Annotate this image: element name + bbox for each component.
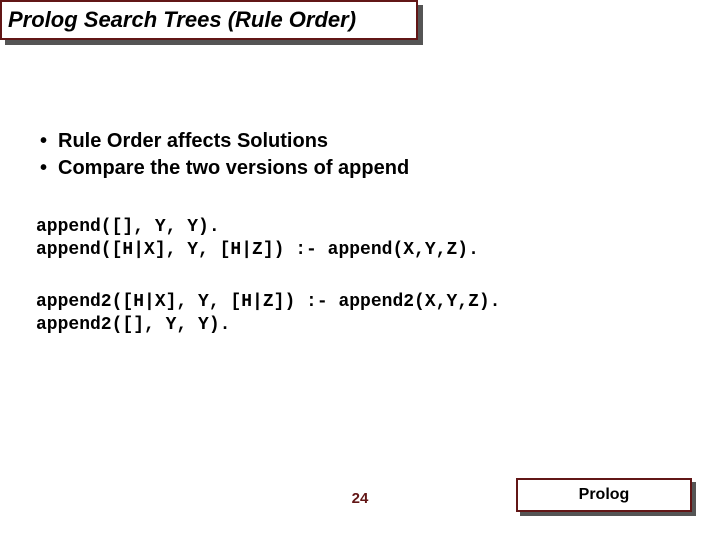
bullet-list: Rule Order affects Solutions Compare the… xyxy=(36,128,684,182)
code-block-append: append([], Y, Y). append([H|X], Y, [H|Z]… xyxy=(36,216,684,263)
bullet-item: Compare the two versions of append xyxy=(36,155,684,182)
code-line: append([], Y, Y). xyxy=(36,217,220,237)
footer-label: Prolog xyxy=(579,486,630,504)
slide: Prolog Search Trees (Rule Order) Rule Or… xyxy=(0,0,720,540)
title-box: Prolog Search Trees (Rule Order) xyxy=(0,0,418,40)
title-container: Prolog Search Trees (Rule Order) xyxy=(0,0,418,40)
bullet-item: Rule Order affects Solutions xyxy=(36,128,684,155)
content-area: Rule Order affects Solutions Compare the… xyxy=(36,128,684,338)
footer-label-container: Prolog xyxy=(516,478,692,512)
code-line: append2([H|X], Y, [H|Z]) :- append2(X,Y,… xyxy=(36,292,500,312)
footer: 24 Prolog xyxy=(0,478,720,518)
code-line: append([H|X], Y, [H|Z]) :- append(X,Y,Z)… xyxy=(36,240,479,260)
code-line: append2([], Y, Y). xyxy=(36,315,230,335)
slide-title: Prolog Search Trees (Rule Order) xyxy=(8,7,356,33)
code-block-append2: append2([H|X], Y, [H|Z]) :- append2(X,Y,… xyxy=(36,291,684,338)
footer-box: Prolog xyxy=(516,478,692,512)
